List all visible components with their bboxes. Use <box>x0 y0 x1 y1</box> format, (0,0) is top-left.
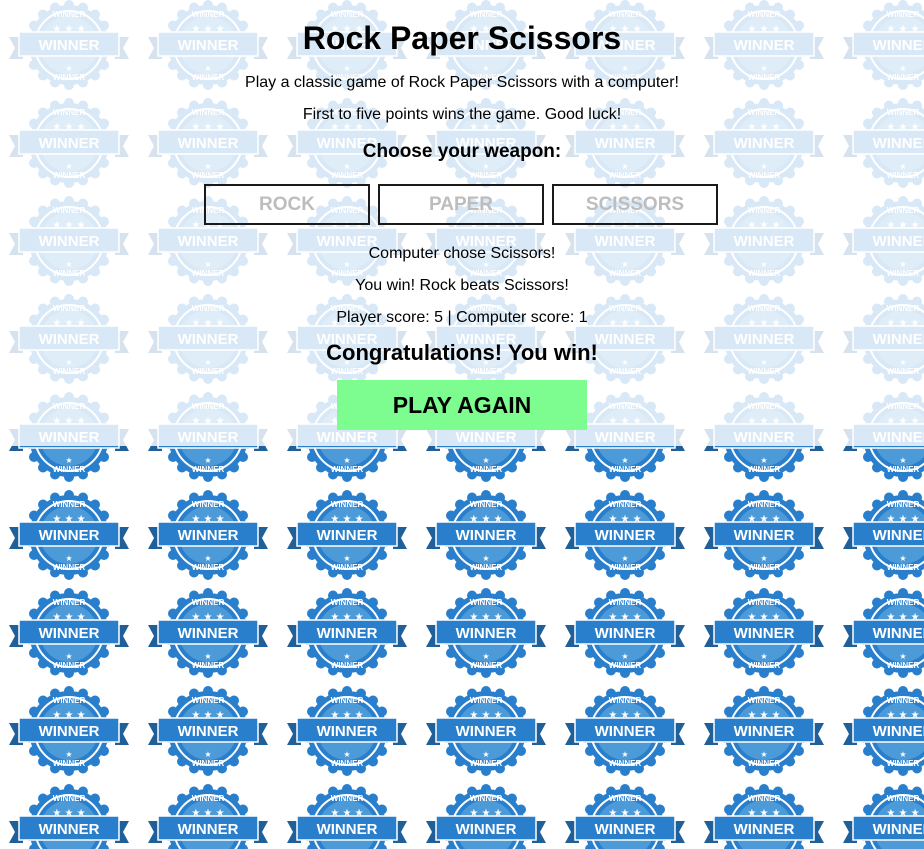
winner-badge <box>8 587 130 679</box>
winner-badge <box>842 685 924 777</box>
rules-text: First to five points wins the game. Good… <box>302 106 622 123</box>
winner-badge <box>425 489 547 581</box>
winner-badge <box>286 587 408 679</box>
computer-choice-text: Computer chose Scissors! <box>368 245 556 262</box>
winner-badge <box>703 783 825 849</box>
weapon-buttons: ROCK PAPER SCISSORS <box>204 184 720 226</box>
winner-badge <box>286 685 408 777</box>
winner-badge <box>564 587 686 679</box>
winner-badge <box>425 685 547 777</box>
intro-text: Play a classic game of Rock Paper Scisso… <box>245 74 679 91</box>
final-message: Congratulations! You win! <box>326 340 598 365</box>
winner-badge <box>147 587 269 679</box>
rock-button[interactable]: ROCK <box>204 184 370 225</box>
winner-badge <box>703 587 825 679</box>
winner-badge <box>564 489 686 581</box>
page-title: Rock Paper Scissors <box>302 20 622 56</box>
paper-button[interactable]: PAPER <box>378 184 544 225</box>
winner-badge <box>842 587 924 679</box>
play-again-button[interactable]: PLAY AGAIN <box>337 380 587 430</box>
winner-badge <box>286 783 408 849</box>
scissors-button[interactable]: SCISSORS <box>552 184 718 225</box>
winner-badge <box>842 783 924 849</box>
winner-badge <box>147 783 269 849</box>
winner-badge <box>8 685 130 777</box>
winner-badge <box>8 783 130 849</box>
winner-badge <box>425 587 547 679</box>
winner-badge <box>147 489 269 581</box>
winner-badge <box>842 489 924 581</box>
winner-badge <box>147 685 269 777</box>
round-result-text: You win! Rock beats Scissors! <box>355 277 569 294</box>
winner-badge <box>564 783 686 849</box>
winner-badge <box>425 783 547 849</box>
winner-badge <box>8 489 130 581</box>
winner-badge <box>286 489 408 581</box>
score-text: Player score: 5 | Computer score: 1 <box>336 309 588 326</box>
choose-weapon-heading: Choose your weapon: <box>362 141 562 162</box>
winner-badge <box>564 685 686 777</box>
winner-badge <box>703 685 825 777</box>
winner-badge <box>703 489 825 581</box>
